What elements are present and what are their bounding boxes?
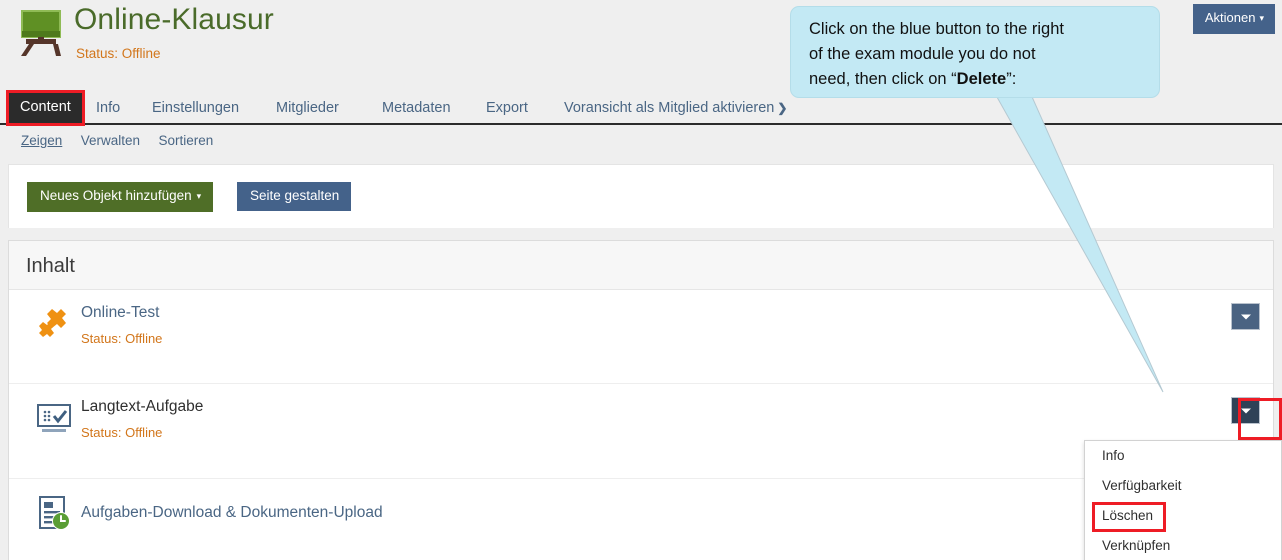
tab-mitglieder[interactable]: Mitglieder [276,92,339,124]
subnav-verwalten[interactable]: Verwalten [81,133,140,148]
subnav-sortieren[interactable]: Sortieren [158,133,213,148]
tab-info[interactable]: Info [96,92,120,124]
course-status: Status: Offline [76,46,161,61]
document-clock-icon [34,493,74,533]
row-actions-dropdown-button[interactable] [1231,303,1260,330]
item-title-link[interactable]: Aufgaben-Download & Dokumenten-Upload [81,503,383,523]
menu-item-info[interactable]: Info [1085,441,1281,471]
item-title: Langtext-Aufgabe [81,398,204,415]
item-title-link[interactable]: Online-Test [81,303,159,323]
callout-line-3-pre: need, then click on “ [809,70,957,88]
row-actions-dropdown-button-active[interactable] [1231,397,1260,424]
callout-line-3-bold: Delete [956,70,1007,88]
exercise-screen-check-icon [34,398,74,438]
content-section-title: Inhalt [9,241,1273,290]
tab-einstellungen[interactable]: Einstellungen [152,92,239,124]
chevron-down-icon [1240,408,1251,413]
page-title: Online-Klausur [74,3,274,36]
actions-button[interactable]: Aktionen ▾ [1192,4,1275,34]
chalkboard-icon [16,6,66,56]
menu-item-verfuegbarkeit[interactable]: Verfügbarkeit [1085,471,1281,501]
app-root: Online-Klausur Status: Offline Aktionen ▾… [0,0,1282,560]
actions-button-label: Aktionen [1204,10,1256,25]
chevron-down-icon: ▾ [1259,13,1264,23]
chevron-down-icon [1240,314,1251,319]
chevron-right-icon: ❯ [777,101,788,115]
callout-line-1: Click on the blue button to the right [809,20,1064,38]
item-status: Status: Offline [81,331,163,346]
instruction-callout-text: Click on the blue button to the right of… [791,7,1159,92]
item-status: Status: Offline [81,425,163,440]
row-actions-dropdown-menu: Info Verfügbarkeit Löschen Verknüpfen [1084,440,1282,560]
table-row: Online-Test Status: Offline [9,290,1273,384]
callout-line-3: need, then click on “Delete”: [809,67,1147,92]
callout-line-2: of the exam module you do not [809,45,1036,63]
callout-line-3-post: ”: [1006,70,1017,88]
puzzle-piece-icon [34,304,74,344]
tab-content[interactable]: Content [9,92,82,123]
design-page-button[interactable]: Seite gestalten [237,182,352,211]
tab-voransicht[interactable]: Voransicht als Mitglied aktivieren ❯ [564,92,787,124]
subnav-zeigen[interactable]: Zeigen [21,133,62,148]
sub-navigation: Zeigen Verwalten Sortieren [0,132,227,156]
tab-metadaten[interactable]: Metadaten [382,92,451,124]
tab-voransicht-label: Voransicht als Mitglied aktivieren [564,100,775,116]
menu-item-verknuepfen[interactable]: Verknüpfen [1085,531,1281,560]
menu-item-loeschen[interactable]: Löschen [1085,501,1281,531]
add-new-object-button[interactable]: Neues Objekt hinzufügen ▾ [27,182,214,212]
tab-export[interactable]: Export [486,92,528,124]
add-new-object-label: Neues Objekt hinzufügen [40,188,192,203]
chevron-down-icon: ▾ [196,191,202,201]
instruction-callout: Click on the blue button to the right of… [790,6,1160,98]
action-toolbar: Neues Objekt hinzufügen ▾ Seite gestalten [8,164,1274,228]
